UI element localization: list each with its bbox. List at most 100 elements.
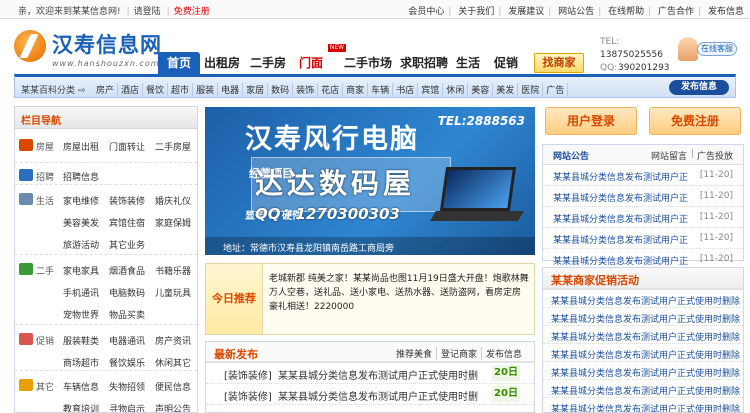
category-item[interactable]: 商家 — [343, 83, 369, 96]
sidebar-link[interactable]: 声明公告 — [155, 402, 191, 412]
top-link-about[interactable]: 关于我们 — [458, 4, 494, 17]
ad-banner[interactable]: 汉寿风行电脑 TEL:2888563 经营项目 显卡 … 硬件 达达数码屋 QQ… — [205, 107, 535, 255]
sidebar-link[interactable]: 服装鞋类 — [63, 334, 99, 347]
category-item[interactable]: 花店 — [318, 83, 344, 96]
online-service[interactable]: 在线客服 — [678, 37, 740, 63]
sidebar-link[interactable]: 房产资讯 — [155, 334, 191, 347]
notice-title[interactable]: 某某县城分类信息发布测试用户正 — [553, 233, 688, 246]
category-item[interactable]: 美容 — [468, 83, 494, 96]
category-item[interactable]: 数码 — [268, 83, 294, 96]
sidebar-link[interactable]: 旅游活动 — [63, 238, 99, 251]
sidebar-link[interactable]: 婚庆礼仪 — [155, 194, 191, 207]
notice-title[interactable]: 某某县城分类信息发布测试用户正 — [553, 170, 688, 183]
sidebar-link[interactable]: 电器通讯 — [109, 334, 145, 347]
top-link-help[interactable]: 在线帮助 — [608, 4, 644, 17]
promo-item[interactable]: 某某县城分类信息发布测试用户正式使用时删除 — [543, 362, 743, 380]
notice-row[interactable]: 某某县城分类信息发布测试用户正 [11-20] — [543, 165, 743, 186]
link-recommend-food[interactable]: 推荐美食 — [392, 347, 437, 360]
category-lead[interactable]: 某某百科分类 ⇨ — [21, 83, 85, 96]
sidebar-link[interactable]: 餐饮娱乐 — [109, 356, 145, 369]
recommend-text[interactable]: 老城新郡 纯美之家！某某尚品也图11月19日盛大开盘！炮歌林舞万人空巷，送礼品、… — [269, 272, 529, 314]
sidebar-link[interactable]: 宾馆住宿 — [109, 216, 145, 229]
category-item[interactable]: 酒店 — [118, 83, 144, 96]
tab-promotion[interactable]: 促销 — [491, 52, 521, 74]
top-link-member[interactable]: 会员中心 — [408, 4, 444, 17]
sidebar-link[interactable]: 休闲其它 — [155, 356, 191, 369]
news-row[interactable]: [装饰装修] 某某县城分类信息发布测试用户正式使用时删 20日 — [206, 363, 534, 384]
notice-title[interactable]: 某某县城分类信息发布测试用户正 — [553, 254, 688, 267]
sidebar-link[interactable]: 美容美发 — [63, 216, 99, 229]
tab-life[interactable]: 生活 — [453, 52, 483, 74]
news-title[interactable]: 某某县城分类信息发布测试用户正式使用时删 — [278, 367, 478, 382]
notice-title[interactable]: 某某县城分类信息发布测试用户正 — [553, 212, 688, 225]
category-item[interactable]: 书店 — [393, 83, 419, 96]
online-service-button[interactable]: 在线客服 — [697, 42, 737, 56]
sidebar-link[interactable]: 商场超市 — [63, 356, 99, 369]
category-item[interactable]: 服装 — [193, 83, 219, 96]
tab-site-message[interactable]: 网站留言 — [651, 149, 687, 162]
news-row[interactable]: [装饰装修] 某某县城分类信息发布测试用户正式使用时删 20日 — [206, 384, 534, 405]
top-link-notice[interactable]: 网站公告 — [558, 4, 594, 17]
sidebar-link[interactable]: 招聘信息 — [63, 170, 99, 183]
tab-secondhand-market[interactable]: 二手市场 — [340, 52, 396, 74]
sidebar-link[interactable]: 其它业务 — [109, 238, 145, 251]
tab-home[interactable]: 首页 — [158, 52, 200, 74]
tab-storefront[interactable]: 门面 — [296, 52, 326, 74]
link-register-merchant[interactable]: 登记商家 — [437, 347, 482, 360]
category-item[interactable]: 房产 — [93, 83, 119, 96]
sidebar-link[interactable]: 家电家具 — [63, 264, 99, 277]
login-link[interactable]: 请登陆 — [134, 4, 161, 17]
notice-row[interactable]: 某某县城分类信息发布测试用户正 [11-20] — [543, 228, 743, 249]
sidebar-link[interactable]: 家电维修 — [63, 194, 99, 207]
sidebar-link[interactable]: 教育培训 — [63, 402, 99, 412]
link-publish-info[interactable]: 发布信息 — [482, 347, 526, 360]
sidebar-link[interactable]: 门面转让 — [109, 140, 145, 153]
site-logo[interactable]: 汉寿信息网 www.hanshouzxn.com — [14, 28, 164, 72]
promo-item[interactable]: 某某县城分类信息发布测试用户正式使用时删除 — [543, 308, 743, 326]
category-item[interactable]: 宾馆 — [418, 83, 444, 96]
promo-item[interactable]: 某某县城分类信息发布测试用户正式使用时删除 — [543, 398, 743, 412]
category-item[interactable]: 广告 — [543, 83, 569, 96]
sidebar-link[interactable]: 装饰装修 — [109, 194, 145, 207]
promo-item[interactable]: 某某县城分类信息发布测试用户正式使用时删除 — [543, 290, 743, 308]
sidebar-link[interactable]: 寻物启示 — [109, 402, 145, 412]
find-merchant-button[interactable]: 找商家 — [534, 53, 584, 73]
notice-row[interactable]: 某某县城分类信息发布测试用户正 [11-20] — [543, 207, 743, 228]
sidebar-link[interactable]: 宠物世界 — [63, 308, 99, 321]
category-item[interactable]: 电器 — [218, 83, 244, 96]
promo-item[interactable]: 某某县城分类信息发布测试用户正式使用时删除 — [543, 326, 743, 344]
category-item[interactable]: 休闲 — [443, 83, 469, 96]
sidebar-link[interactable]: 烟酒食品 — [109, 264, 145, 277]
sidebar-link[interactable]: 书籍乐器 — [155, 264, 191, 277]
sidebar-link[interactable]: 家庭保姆 — [155, 216, 191, 229]
sidebar-link[interactable]: 失物招领 — [109, 380, 145, 393]
category-item[interactable]: 车辆 — [368, 83, 394, 96]
sidebar-link[interactable]: 物品买卖 — [109, 308, 145, 321]
sidebar-link[interactable]: 儿童玩具 — [155, 286, 191, 299]
publish-button[interactable]: 发布信息 — [669, 80, 729, 95]
sidebar-link[interactable]: 房屋出租 — [63, 140, 99, 153]
category-item[interactable]: 超市 — [168, 83, 194, 96]
category-item[interactable]: 餐饮 — [143, 83, 169, 96]
tab-secondhand-house[interactable]: 二手房 — [248, 52, 288, 74]
category-item[interactable]: 美发 — [493, 83, 519, 96]
top-link-ads[interactable]: 广告合作 — [658, 4, 694, 17]
news-title[interactable]: 某某县城分类信息发布测试用户正式使用时删 — [278, 388, 478, 403]
category-item[interactable]: 装饰 — [293, 83, 319, 96]
tab-ad-placement[interactable]: 广告投放 — [697, 149, 733, 162]
notice-row[interactable]: 某某县城分类信息发布测试用户正 [11-20] — [543, 186, 743, 207]
sidebar-link[interactable]: 手机通讯 — [63, 286, 99, 299]
sidebar-link[interactable]: 车辆信息 — [63, 380, 99, 393]
user-login-button[interactable]: 用户登录 — [545, 107, 637, 135]
top-link-publish[interactable]: 发布信息 — [708, 4, 744, 17]
tab-site-notice[interactable]: 网站公告 — [553, 149, 589, 162]
notice-title[interactable]: 某某县城分类信息发布测试用户正 — [553, 191, 688, 204]
register-link[interactable]: 免费注册 — [174, 4, 210, 17]
category-item[interactable]: 医院 — [518, 83, 544, 96]
sidebar-link[interactable]: 便民信息 — [155, 380, 191, 393]
sidebar-link[interactable]: 二手房屋 — [155, 140, 191, 153]
free-register-button[interactable]: 免费注册 — [649, 107, 741, 135]
tab-jobs[interactable]: 求职招聘 — [398, 52, 450, 74]
sidebar-link[interactable]: 电脑数码 — [109, 286, 145, 299]
top-link-suggest[interactable]: 发展建议 — [508, 4, 544, 17]
